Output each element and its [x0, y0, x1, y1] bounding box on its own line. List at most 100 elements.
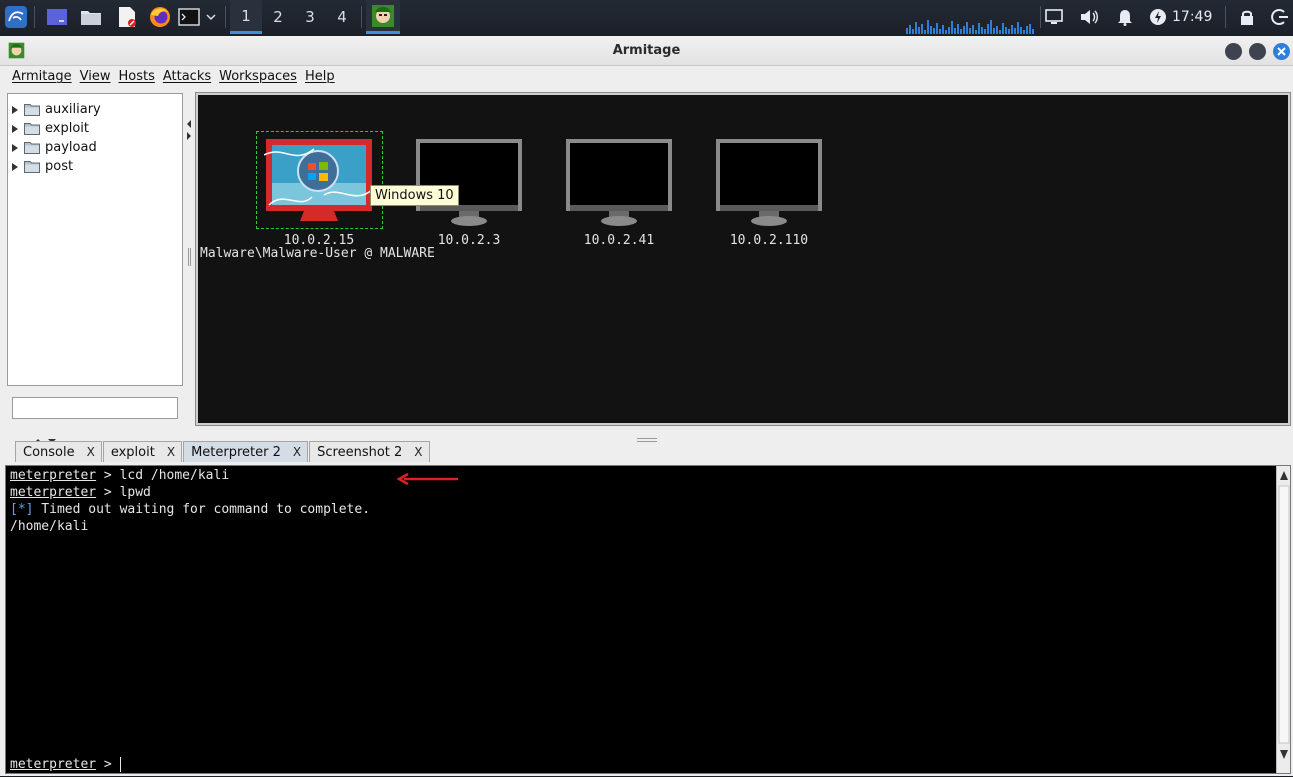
terminal-dropdown-icon[interactable] — [202, 0, 220, 34]
host-10-0-2-3[interactable] — [414, 135, 524, 227]
tab-console[interactable]: Console X — [15, 441, 102, 462]
console-prompt: meterpreter — [10, 757, 97, 772]
show-desktop-icon[interactable] — [42, 0, 72, 34]
os-tooltip: Windows 10 — [370, 185, 459, 206]
unknown-host-icon — [416, 139, 522, 226]
tree-item-payload[interactable]: payload — [12, 138, 97, 157]
console-info-marker: [*] — [10, 502, 34, 517]
console-prompt: meterpreter — [10, 468, 97, 483]
window-titlebar[interactable]: Armitage — [0, 36, 1293, 66]
windows-compromised-host-icon — [264, 139, 373, 221]
text-cursor — [119, 757, 129, 772]
host-ip-label: 10.0.2.110 — [729, 233, 809, 248]
tab-close-button[interactable]: X — [414, 445, 422, 459]
file-manager-icon[interactable] — [76, 0, 106, 34]
targets-graph-view[interactable]: 10.0.2.15 10.0.2.3 10.0.2.41 10.0.2.110 … — [195, 92, 1291, 426]
split-pane-handle[interactable] — [184, 118, 194, 158]
tab-close-button[interactable]: X — [167, 445, 175, 459]
console-line: meterpreter > lpwd — [10, 484, 151, 501]
expand-arrow-icon[interactable] — [12, 143, 18, 152]
menu-hosts[interactable]: Hosts — [114, 66, 158, 88]
console-text: /home/kali — [10, 519, 89, 534]
console-line: [*] Timed out waiting for command to com… — [10, 501, 370, 518]
tab-meterpreter-2[interactable]: Meterpreter 2 X — [183, 441, 309, 462]
tab-label: Screenshot 2 — [317, 444, 403, 460]
split-grip[interactable] — [188, 248, 191, 266]
expand-arrow-icon[interactable] — [12, 105, 18, 114]
tab-screenshot-2[interactable]: Screenshot 2 X — [309, 441, 430, 462]
tab-close-button[interactable]: X — [293, 445, 301, 459]
workspace-1[interactable]: 1 — [230, 0, 262, 34]
host-10-0-2-110[interactable] — [714, 135, 824, 227]
horizontal-split-handle[interactable] — [0, 429, 1293, 443]
console-line: /home/kali — [10, 518, 88, 535]
lock-icon[interactable] — [1235, 0, 1259, 34]
tab-label: exploit — [110, 444, 155, 460]
volume-icon[interactable] — [1078, 0, 1102, 34]
menu-bar: Armitage View Hosts Attacks Workspaces H… — [0, 66, 1293, 88]
logout-icon[interactable] — [1268, 0, 1292, 34]
module-tree: auxiliary exploit payload post — [7, 93, 183, 386]
notification-bell-icon[interactable] — [1113, 0, 1137, 34]
workspace-4[interactable]: 4 — [326, 0, 358, 34]
tree-item-label: auxiliary — [45, 102, 101, 117]
menu-workspaces[interactable]: Workspaces — [215, 66, 301, 88]
display-icon[interactable] — [1043, 0, 1065, 34]
unknown-host-icon — [716, 139, 822, 226]
console-tab-bar: Console X exploit X Meterpreter 2 X Scre… — [15, 441, 431, 463]
window-title: Armitage — [612, 43, 681, 58]
console-text: > lcd /home/kali — [96, 468, 230, 483]
menu-armitage[interactable]: Armitage — [8, 66, 76, 88]
console-scrollbar[interactable] — [1276, 466, 1290, 773]
workspace-3[interactable]: 3 — [294, 0, 326, 34]
module-search-input[interactable] — [12, 397, 178, 419]
tab-exploit[interactable]: exploit X — [102, 441, 183, 462]
clock[interactable]: 17:49 — [1172, 0, 1212, 34]
host-10-0-2-41[interactable] — [564, 135, 674, 227]
console-prompt-suffix: > — [96, 757, 120, 772]
terminal-icon[interactable] — [176, 0, 202, 34]
main-area: auxiliary exploit payload post 10.0.2.15… — [0, 88, 1293, 776]
console-line: meterpreter > lcd /home/kali — [10, 467, 229, 484]
text-editor-icon[interactable] — [112, 0, 142, 34]
kali-menu-icon[interactable] — [2, 0, 30, 34]
tab-label: Meterpreter 2 — [191, 444, 281, 460]
power-manager-icon[interactable] — [1146, 0, 1170, 34]
console-text: > lpwd — [96, 485, 151, 500]
console-text: Timed out waiting for command to complet… — [33, 502, 371, 517]
firefox-icon[interactable] — [145, 0, 175, 34]
close-icon — [1277, 47, 1286, 56]
session-user-label: Malware\Malware-User @ MALWARE — [200, 246, 435, 261]
tree-item-exploit[interactable]: exploit — [12, 119, 89, 138]
tab-label: Console — [23, 444, 75, 460]
console-input-line[interactable]: meterpreter > — [10, 756, 129, 773]
top-panel: 1 2 3 4 17:49 — [0, 0, 1293, 34]
red-arrow-annotation-icon — [396, 472, 458, 486]
maximize-button[interactable] — [1249, 43, 1266, 60]
unknown-host-icon — [566, 139, 672, 226]
workspace-2[interactable]: 2 — [262, 0, 294, 34]
armitage-taskbar-icon[interactable] — [366, 0, 400, 34]
tree-item-auxiliary[interactable]: auxiliary — [12, 100, 101, 119]
expand-arrow-icon[interactable] — [12, 124, 18, 133]
menu-attacks[interactable]: Attacks — [159, 66, 215, 88]
minimize-button[interactable] — [1225, 43, 1242, 60]
menu-view[interactable]: View — [76, 66, 115, 88]
expand-arrow-icon[interactable] — [12, 162, 18, 171]
meterpreter-console[interactable]: meterpreter > lcd /home/kali meterpreter… — [5, 465, 1291, 774]
console-prompt: meterpreter — [10, 485, 97, 500]
folder-icon — [24, 161, 40, 173]
tree-item-post[interactable]: post — [12, 157, 73, 176]
folder-icon — [24, 104, 40, 116]
menu-help[interactable]: Help — [301, 66, 339, 88]
tab-close-button[interactable]: X — [87, 445, 95, 459]
host-10-0-2-15[interactable] — [264, 135, 374, 227]
folder-icon — [24, 123, 40, 135]
cpu-load-graph — [906, 20, 1034, 34]
host-ip-label: 10.0.2.41 — [583, 233, 655, 248]
tree-item-label: payload — [45, 140, 97, 155]
tree-item-label: post — [45, 159, 74, 174]
close-button[interactable] — [1273, 43, 1290, 60]
folder-icon — [24, 142, 40, 154]
tree-item-label: exploit — [45, 121, 89, 136]
